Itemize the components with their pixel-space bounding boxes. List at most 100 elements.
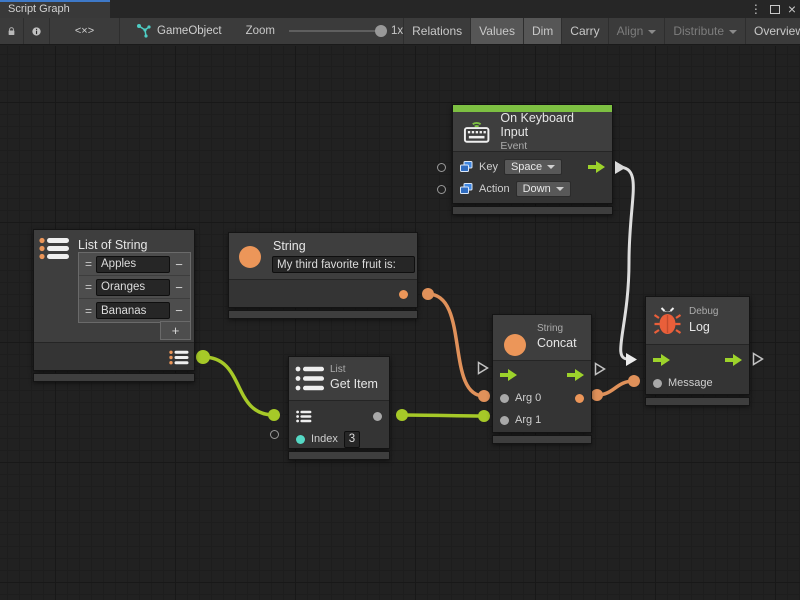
message-input-port[interactable] (653, 379, 662, 388)
list-output-port-icon[interactable] (169, 350, 189, 365)
chevron-down-icon (547, 165, 555, 169)
drag-handle-icon[interactable]: = (81, 304, 96, 318)
graph-toolbar: <×> GameObject Zoom 1x Relations Values (0, 18, 800, 45)
keyboard-action-external-port[interactable] (437, 185, 446, 194)
node-string-literal[interactable]: String (228, 232, 418, 319)
wire-knob (268, 409, 280, 421)
info-button[interactable] (24, 18, 50, 44)
item-output-port[interactable] (373, 412, 382, 421)
node-footer (288, 451, 390, 460)
flow-wire-start-triangle[interactable] (614, 160, 627, 175)
list-item-input[interactable] (96, 256, 170, 273)
list-item-row: = − (79, 253, 190, 276)
flow-output-arrow-icon[interactable] (588, 161, 605, 173)
chevron-down-icon (556, 187, 564, 191)
zoom-value: 1x (391, 25, 403, 37)
key-dropdown[interactable]: Space (504, 159, 562, 175)
keyboard-icon (462, 119, 491, 144)
flow-input-arrow-icon[interactable] (500, 369, 517, 381)
relations-toggle[interactable]: Relations (403, 18, 471, 44)
list-item-input[interactable] (96, 302, 170, 319)
edit-code-button[interactable]: <×> (50, 18, 120, 44)
log-flow-out-hollow-triangle[interactable] (752, 352, 764, 366)
action-dropdown[interactable]: Down (516, 181, 571, 197)
list-input-port-icon[interactable] (296, 410, 312, 423)
arg0-input-port[interactable] (500, 394, 509, 403)
arg0-port-label: Arg 0 (515, 392, 541, 404)
gameobject-chip[interactable]: GameObject (120, 18, 232, 44)
index-value-input[interactable] (344, 431, 360, 448)
add-item-button[interactable]: + (160, 321, 191, 340)
remove-item-button[interactable]: − (170, 303, 188, 318)
message-port-label: Message (668, 377, 713, 389)
arg1-port-label: Arg 1 (515, 414, 541, 426)
node-list-of-string[interactable]: List of String = − = − = (33, 229, 195, 382)
toolbar-right: Relations Values Dim Carry Align Distrib… (403, 18, 800, 44)
maximize-icon[interactable] (770, 5, 780, 14)
gameobject-graph-icon (136, 24, 151, 38)
list-item-input[interactable] (96, 279, 170, 296)
concat-flow-out-hollow-triangle[interactable] (594, 362, 606, 376)
flow-output-arrow-icon[interactable] (725, 354, 742, 366)
node-footer (228, 310, 418, 319)
getitem-index-external-port[interactable] (270, 430, 279, 439)
list-icon-white (295, 365, 325, 392)
wire-knob (628, 375, 640, 387)
node-get-item[interactable]: List Get Item (288, 356, 390, 460)
node-debug-log[interactable]: Debug Log Message (645, 296, 750, 406)
carry-toggle[interactable]: Carry (562, 18, 608, 44)
node-footer (33, 373, 195, 382)
concat-flow-in-hollow-triangle[interactable] (477, 361, 489, 375)
window-controls: ⋮ × (750, 0, 796, 18)
graph-canvas[interactable]: On Keyboard Input Event Key Space (0, 46, 800, 600)
wire-list-to-getitem[interactable] (203, 357, 274, 415)
flow-wire-end-triangle[interactable] (625, 352, 638, 367)
wire-knob (422, 288, 434, 300)
enum-icon (460, 161, 473, 173)
keyboard-key-external-port[interactable] (437, 163, 446, 172)
zoom-slider[interactable] (289, 30, 381, 32)
toolbar-left: <×> GameObject Zoom 1x (0, 18, 403, 44)
drag-handle-icon[interactable]: = (81, 280, 96, 294)
drag-handle-icon[interactable]: = (81, 257, 96, 271)
zoom-label: Zoom (246, 25, 275, 37)
string-icon (504, 334, 526, 356)
distribute-dropdown[interactable]: Distribute (665, 18, 746, 44)
wire-keyboard-flow-to-log[interactable] (618, 167, 633, 359)
code-icon: <×> (75, 25, 94, 37)
overview-button[interactable]: Overview (746, 18, 800, 44)
node-concat[interactable]: String Concat Arg 0 (492, 314, 592, 444)
node-category: List (330, 364, 346, 375)
flow-output-arrow-icon[interactable] (567, 369, 584, 381)
tab-script-graph[interactable]: Script Graph (0, 0, 110, 18)
menu-dots-icon[interactable]: ⋮ (750, 0, 762, 18)
zoom-slider-handle[interactable] (375, 25, 387, 37)
node-title: Concat (537, 336, 577, 350)
wire-knob (478, 390, 490, 402)
string-icon (239, 246, 261, 268)
arg1-input-port[interactable] (500, 416, 509, 425)
string-value-input[interactable] (272, 256, 415, 273)
node-category: Debug (689, 306, 718, 317)
index-input-port[interactable] (296, 435, 305, 444)
lock-icon (8, 25, 15, 38)
result-output-port[interactable] (575, 394, 584, 403)
action-port-label: Action (479, 183, 510, 195)
values-toggle[interactable]: Values (471, 18, 524, 44)
key-port-label: Key (479, 161, 498, 173)
align-dropdown[interactable]: Align (609, 18, 666, 44)
node-footer (492, 435, 592, 444)
string-output-port[interactable] (399, 290, 408, 299)
close-icon[interactable]: × (788, 0, 796, 18)
index-port-label: Index (311, 433, 338, 445)
lock-button[interactable] (0, 18, 24, 44)
dim-toggle[interactable]: Dim (524, 18, 562, 44)
node-on-keyboard-input[interactable]: On Keyboard Input Event Key Space (452, 104, 613, 215)
remove-item-button[interactable]: − (170, 257, 188, 272)
wire-getitem-to-concat-arg1[interactable] (402, 415, 484, 416)
wire-string-to-concat-arg0[interactable] (428, 294, 484, 396)
flow-input-arrow-icon[interactable] (653, 354, 670, 366)
zoom-control: Zoom 1x (246, 18, 404, 44)
remove-item-button[interactable]: − (170, 280, 188, 295)
gameobject-label: GameObject (157, 25, 222, 37)
